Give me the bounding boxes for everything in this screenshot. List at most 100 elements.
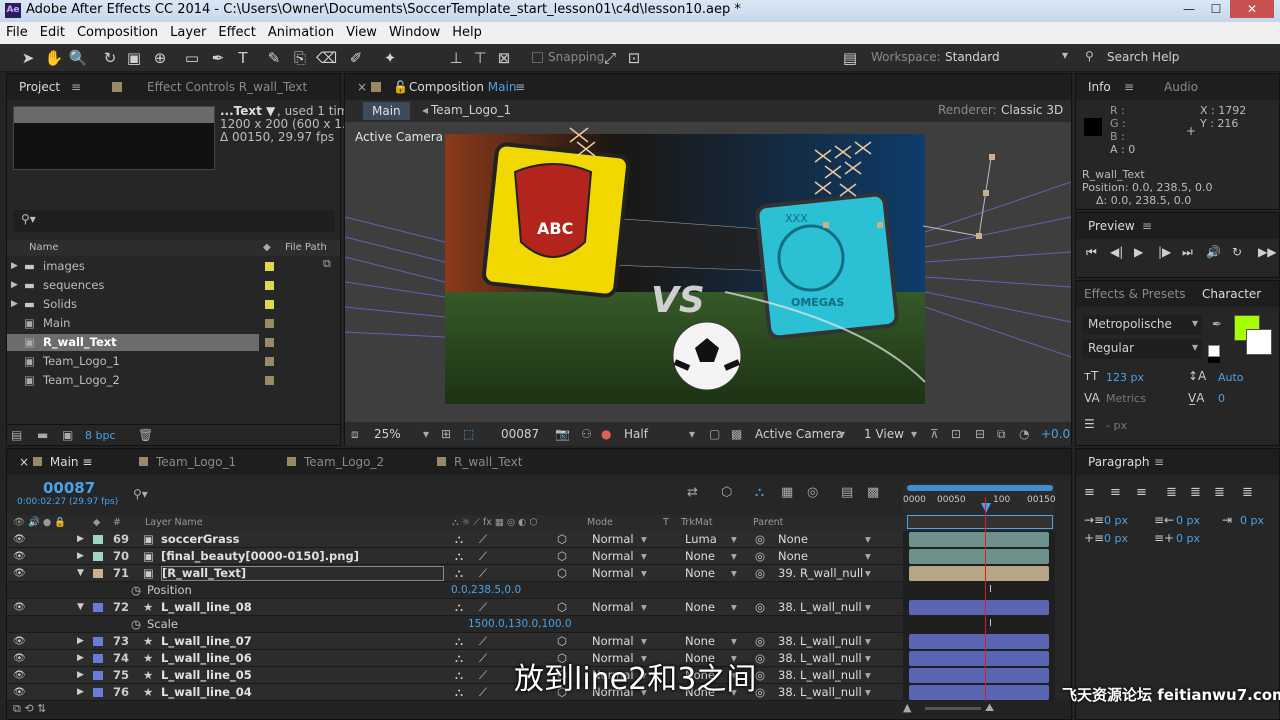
panel-menu-icon[interactable]: ≡ — [1134, 213, 1160, 239]
pan-behind-tool-icon[interactable]: ⊕ — [150, 48, 170, 68]
font-select[interactable]: Metropolische ▾ — [1082, 315, 1202, 335]
play-icon[interactable]: ▶ — [1134, 245, 1143, 259]
pickwhip-icon[interactable]: ◎ — [755, 650, 765, 667]
shy-switch-icon[interactable]: ⛬ — [455, 599, 463, 616]
flowchart-icon[interactable]: ⧉ — [323, 257, 337, 271]
visibility-icon[interactable]: 👁 — [13, 565, 26, 582]
quality-switch-icon[interactable]: ⟋ — [479, 633, 487, 650]
new-comp-icon[interactable]: ▣ — [62, 428, 73, 442]
always-preview-icon[interactable]: ⧈ — [351, 422, 359, 446]
prev-frame-icon[interactable]: ◀| — [1110, 245, 1123, 259]
tab-composition[interactable]: Composition Main — [401, 74, 524, 100]
clone-stamp-tool-icon[interactable]: ⎘ — [290, 48, 310, 68]
visibility-icon[interactable]: 👁 — [13, 548, 26, 565]
camera-dropdown-icon[interactable]: ▾ — [839, 422, 845, 446]
label-color-swatch[interactable] — [93, 569, 103, 578]
layer-row[interactable]: 👁 ▶ 69 ▣ soccerGrass ⛬ ⟋ ⬡ Normal ▾ Luma ▾ ◎ None ▾ — [7, 531, 903, 548]
parent-select[interactable]: 38. L_wall_null — [778, 667, 862, 684]
stopwatch-icon[interactable]: ◷ — [131, 582, 141, 599]
leading-value[interactable]: Auto — [1218, 371, 1244, 384]
tracking-value[interactable]: 0 — [1218, 392, 1225, 405]
item-name[interactable]: ...Text ▼ — [220, 104, 275, 118]
tab-effect-controls[interactable]: Effect Controls R_wall_Text — [139, 74, 315, 100]
label-color-swatch[interactable] — [265, 300, 274, 309]
project-item-team-logo-1[interactable]: ▣ Team_Logo_1 — [7, 353, 259, 370]
black-swatch[interactable] — [1208, 357, 1220, 363]
align-left-icon[interactable]: ≡ — [1084, 485, 1095, 500]
parent-select[interactable]: None — [778, 531, 808, 548]
quality-switch-icon[interactable]: ⟋ — [479, 684, 487, 701]
timeline-tracks[interactable]: II — [903, 531, 1055, 707]
snap-features-icon[interactable]: ⊡ — [624, 48, 644, 68]
toggle-pixel-aspect-icon[interactable]: ⊼ — [930, 422, 939, 446]
layer-duration-bar[interactable] — [909, 549, 1049, 564]
tab-timeline-team-logo-1[interactable]: Team_Logo_1 — [131, 449, 244, 475]
label-color-swatch[interactable] — [265, 376, 274, 385]
minimize-button[interactable]: — — [1176, 0, 1202, 18]
shy-switch-icon[interactable]: ⛬ — [455, 565, 463, 582]
resolution-select[interactable]: Half — [624, 422, 648, 446]
rectangle-tool-icon[interactable]: ▭ — [182, 48, 202, 68]
font-style-select[interactable]: Regular ▾ — [1082, 339, 1202, 359]
3d-layer-switch-icon[interactable]: ⬡ — [557, 548, 567, 565]
comp-mini-flowchart-icon[interactable]: ⇄ — [687, 485, 698, 500]
brush-tool-icon[interactable]: ✎ — [264, 48, 284, 68]
shy-switch-icon[interactable]: ⛬ — [455, 531, 463, 548]
draft-3d-icon[interactable]: ⬡ — [721, 485, 732, 500]
blend-mode-dropdown-icon[interactable]: ▾ — [641, 548, 647, 565]
playhead[interactable] — [985, 497, 986, 707]
label-color-swatch[interactable] — [265, 338, 274, 347]
layer-name[interactable]: L_wall_line_08 — [161, 599, 252, 616]
pen-tool-icon[interactable]: ✒ — [208, 48, 228, 68]
col-name[interactable]: Name — [29, 240, 59, 256]
playhead-handle-icon[interactable] — [981, 503, 991, 513]
timeline-search-icon[interactable]: ⚲▾ — [133, 487, 148, 501]
snapping-checkbox[interactable] — [532, 52, 543, 63]
expand-triangle-icon[interactable]: ▶ — [11, 277, 18, 294]
parent-select[interactable]: 38. L_wall_null — [778, 684, 862, 701]
visibility-icon[interactable]: 👁 — [13, 531, 26, 548]
zoom-out-icon[interactable]: ▲ — [903, 701, 911, 714]
trkmat-dropdown-icon[interactable]: ▾ — [731, 531, 737, 548]
property-value[interactable]: 1500.0,130.0,100.0 — [468, 616, 572, 633]
col-file-path[interactable]: File Path — [285, 240, 327, 256]
resolution-dropdown-icon[interactable]: ▾ — [689, 422, 695, 446]
layer-name[interactable]: [R_wall_Text] — [161, 566, 444, 581]
quality-switch-icon[interactable]: ⟋ — [479, 599, 487, 616]
layer-row[interactable]: 👁 ▼ 72 ★ L_wall_line_08 ⛬ ⟋ ⬡ Normal ▾ None ▾ ◎ 38. L… — [7, 599, 903, 616]
project-item-sequences[interactable]: ▶ ▬ sequences — [7, 277, 259, 294]
expand-triangle-icon[interactable]: ▶ — [11, 296, 18, 313]
close-tab-icon[interactable]: × — [19, 455, 33, 469]
expand-triangle-icon[interactable]: ▶ — [77, 650, 84, 667]
tab-info[interactable]: Info — [1080, 74, 1119, 100]
transparency-grid-icon[interactable]: ▩ — [731, 422, 742, 446]
layer-name[interactable]: L_wall_line_07 — [161, 633, 252, 650]
layer-row[interactable]: 👁 ▼ 71 ▣ [R_wall_Text] ⛬ ⟋ ⬡ Normal ▾ None ▾ ◎ 39. R_… — [7, 565, 903, 582]
shy-switch-icon[interactable]: ⛬ — [455, 667, 463, 684]
views-dropdown-icon[interactable]: ▾ — [911, 422, 917, 446]
tab-timeline-main[interactable]: × Main ≡ — [11, 449, 100, 475]
label-color-swatch[interactable] — [265, 357, 274, 366]
layer-name[interactable]: L_wall_line_05 — [161, 667, 252, 684]
parent-select[interactable]: 38. L_wall_null — [778, 633, 862, 650]
parent-dropdown-icon[interactable]: ▾ — [865, 548, 871, 565]
camera-select[interactable]: Active Camera — [755, 422, 843, 446]
expand-triangle-icon[interactable]: ▶ — [77, 684, 84, 701]
selection-tool-icon[interactable]: ➤ — [18, 48, 38, 68]
blend-mode-dropdown-icon[interactable]: ▾ — [641, 599, 647, 616]
panel-menu-icon[interactable]: ≡ — [507, 74, 533, 100]
graph-editor-icon[interactable]: ▤ — [841, 485, 853, 500]
menu-help[interactable]: Help — [446, 22, 488, 44]
project-item-solids[interactable]: ▶ ▬ Solids — [7, 296, 259, 313]
project-search-input[interactable]: ⚲▾ — [13, 210, 335, 232]
blend-mode-select[interactable]: Normal — [592, 599, 634, 616]
quality-switch-icon[interactable]: ⟋ — [479, 565, 487, 582]
parent-dropdown-icon[interactable]: ▾ — [865, 684, 871, 701]
rotate-tool-icon[interactable]: ↻ — [100, 48, 120, 68]
layer-row[interactable]: 👁 ▶ 74 ★ L_wall_line_06 ⛬ ⟋ ⬡ Normal ▾ None ▾ ◎ 38. L… — [7, 650, 903, 667]
project-item-team-logo-2[interactable]: ▣ Team_Logo_2 — [7, 372, 259, 389]
stopwatch-icon[interactable]: ◷ — [131, 616, 141, 633]
justify-right-icon[interactable]: ≣ — [1214, 485, 1225, 500]
visibility-icon[interactable]: 👁 — [13, 684, 26, 701]
parent-select[interactable]: None — [778, 548, 808, 565]
